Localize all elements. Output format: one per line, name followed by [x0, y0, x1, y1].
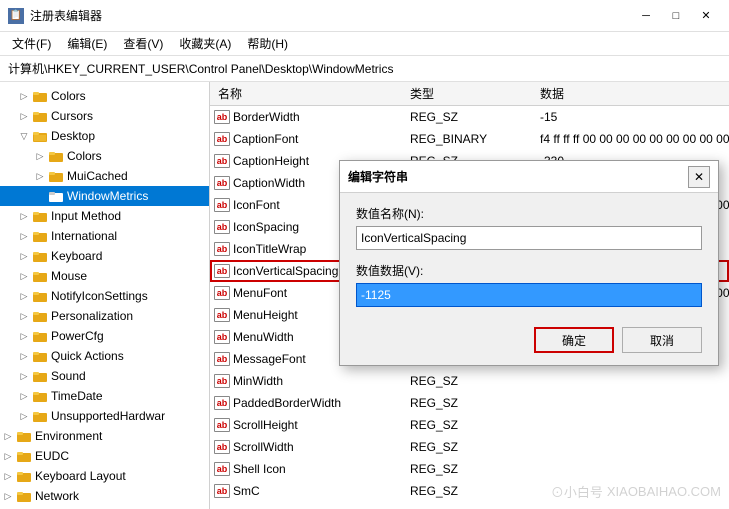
dialog-overlay: 编辑字符串 ✕ 数值名称(N): 数值数据(V): 确定 取消 — [0, 0, 729, 509]
value-data-label: 数值数据(V): — [356, 262, 702, 279]
value-name-input[interactable] — [356, 226, 702, 250]
ok-button[interactable]: 确定 — [534, 327, 614, 353]
edit-string-dialog: 编辑字符串 ✕ 数值名称(N): 数值数据(V): 确定 取消 — [339, 160, 719, 366]
value-name-label: 数值名称(N): — [356, 205, 702, 222]
value-data-input[interactable] — [356, 283, 702, 307]
dialog-title-bar: 编辑字符串 ✕ — [340, 161, 718, 193]
dialog-body: 数值名称(N): 数值数据(V): 确定 取消 — [340, 193, 718, 365]
dialog-close-button[interactable]: ✕ — [688, 166, 710, 188]
dialog-title: 编辑字符串 — [348, 168, 408, 185]
cancel-button[interactable]: 取消 — [622, 327, 702, 353]
dialog-buttons: 确定 取消 — [356, 327, 702, 353]
